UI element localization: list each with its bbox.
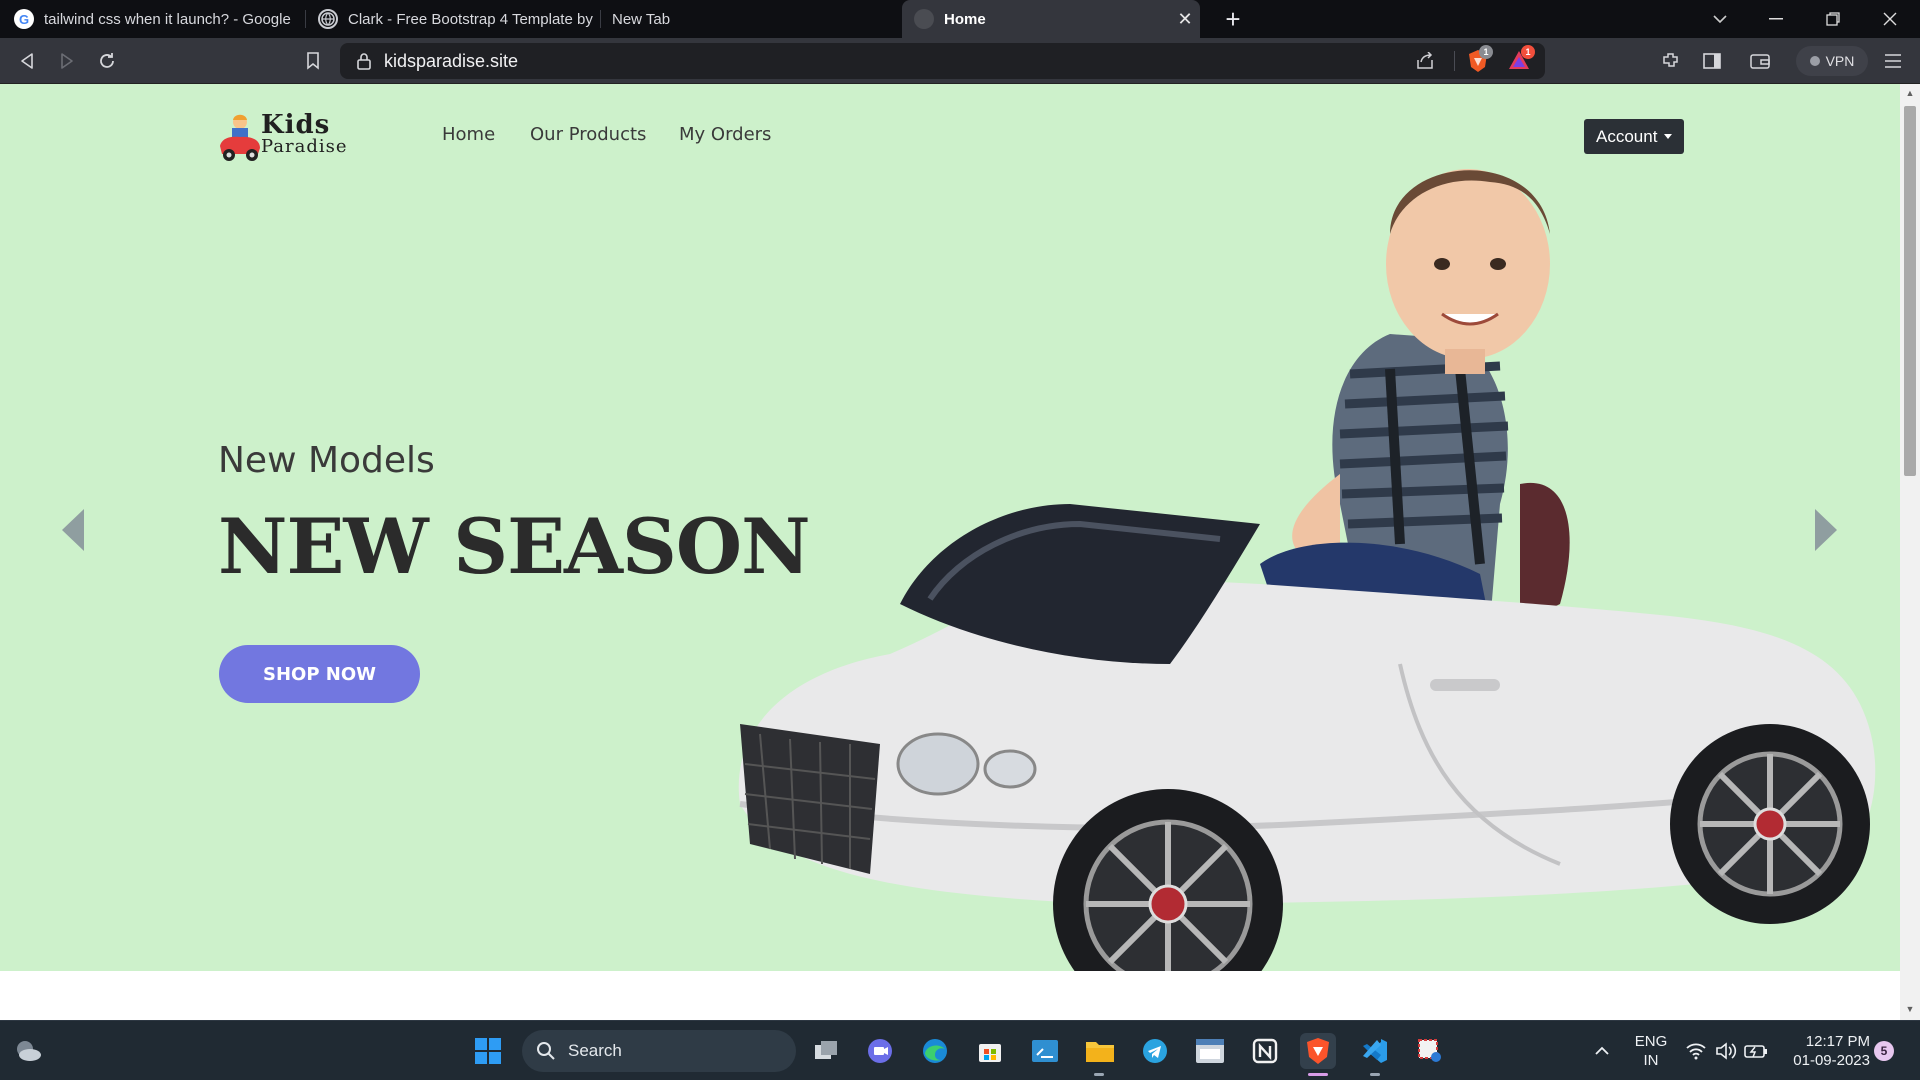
clock-time: 12:17 PM [1805, 1033, 1870, 1050]
hero-section: Kids Paradise Home Our Products My Order… [0, 84, 1900, 971]
input-language[interactable]: ENG IN [1626, 1032, 1676, 1070]
search-label: Search [568, 1041, 622, 1060]
globe-icon [318, 9, 338, 29]
browser-toolbar: kidsparadise.site 1 1 VPN [0, 38, 1920, 84]
sidebar-icon[interactable] [1697, 46, 1727, 76]
vpn-label: VPN [1825, 53, 1855, 69]
caret-down-icon [1664, 134, 1673, 139]
address-bar[interactable]: kidsparadise.site 1 1 [340, 43, 1545, 79]
running-indicator [1094, 1073, 1104, 1076]
hero-subtitle: New Models [218, 440, 435, 481]
logo-text-line2: Paradise [261, 136, 348, 157]
brave-browser-taskbar-icon[interactable] [1300, 1033, 1336, 1069]
carousel-next-icon[interactable] [1815, 509, 1837, 551]
weather-icon[interactable] [10, 1033, 46, 1069]
tab-strip: G tailwind css when it launch? - Google … [0, 0, 1920, 38]
tab-title: Home [944, 10, 986, 28]
page-viewport: Kids Paradise Home Our Products My Order… [0, 84, 1900, 1020]
windows-taskbar: Search ENG IN 12:17 PM 01-09-2023 [0, 1020, 1920, 1080]
region-label: IN [1643, 1052, 1659, 1069]
tab-title: tailwind css when it launch? - Google S [44, 10, 292, 28]
search-icon [537, 1042, 555, 1060]
hero-title: NEW SEASON [218, 502, 811, 591]
url-text: kidsparadise.site [384, 51, 519, 71]
google-icon: G [14, 9, 34, 29]
menu-icon[interactable] [1878, 46, 1908, 76]
nav-our-products[interactable]: Our Products [530, 124, 646, 145]
file-explorer-icon[interactable] [1082, 1033, 1118, 1069]
tab-google-search[interactable]: G tailwind css when it launch? - Google … [2, 0, 304, 38]
clock-date: 01-09-2023 [1793, 1052, 1870, 1069]
running-indicator [1370, 1073, 1380, 1076]
tab-new-tab[interactable]: New Tab [600, 0, 900, 38]
close-tab-icon[interactable]: ✕ [1174, 8, 1196, 30]
rewards-badge: 1 [1521, 45, 1535, 59]
tab-search-chevron-icon[interactable] [1692, 0, 1748, 38]
scroll-up-icon[interactable]: ▲ [1904, 88, 1916, 98]
language-label: ENG [1634, 1033, 1668, 1050]
forward-icon[interactable] [52, 46, 82, 76]
share-icon[interactable] [1413, 49, 1437, 73]
new-tab-icon[interactable]: + [1218, 4, 1248, 34]
battery-icon[interactable] [1738, 1033, 1774, 1069]
edge-browser-icon[interactable] [917, 1033, 953, 1069]
page-scrollbar[interactable]: ▲ ▼ [1900, 84, 1920, 1020]
extensions-icon[interactable] [1656, 46, 1686, 76]
close-window-icon[interactable] [1862, 0, 1918, 38]
taskbar-search[interactable]: Search [522, 1030, 796, 1072]
tab-home[interactable]: Home [902, 0, 1200, 38]
restore-icon[interactable] [1805, 0, 1861, 38]
account-label: Account [1596, 126, 1658, 146]
vscode-icon[interactable] [1357, 1033, 1393, 1069]
back-icon[interactable] [12, 46, 42, 76]
microsoft-store-icon[interactable] [972, 1033, 1008, 1069]
tab-title: New Tab [612, 10, 671, 28]
tab-clark-template[interactable]: Clark - Free Bootstrap 4 Template by C [306, 0, 606, 38]
site-logo[interactable]: Kids Paradise [218, 110, 358, 162]
reload-icon[interactable] [92, 46, 122, 76]
clock[interactable]: 12:17 PM 01-09-2023 [1780, 1032, 1870, 1070]
windows-start-icon[interactable] [470, 1033, 506, 1069]
notion-icon[interactable] [1247, 1033, 1283, 1069]
nav-my-orders[interactable]: My Orders [679, 124, 771, 145]
lock-icon [354, 51, 374, 71]
tab-title: Clark - Free Bootstrap 4 Template by C [348, 10, 594, 28]
brave-shield-icon[interactable]: 1 [1467, 45, 1493, 73]
nav-home[interactable]: Home [442, 124, 495, 145]
shop-now-button[interactable]: SHOP NOW [219, 645, 420, 703]
brave-icon [914, 9, 934, 29]
account-dropdown-button[interactable]: Account [1584, 119, 1685, 154]
rewards-icon[interactable]: 1 [1507, 45, 1535, 73]
carousel-prev-icon[interactable] [62, 509, 84, 551]
hero-image-boy-in-toy-car [738, 169, 1876, 971]
teams-chat-icon[interactable] [862, 1033, 898, 1069]
task-view-icon[interactable] [808, 1033, 844, 1069]
scroll-down-icon[interactable]: ▼ [1904, 1004, 1916, 1014]
bookmark-icon[interactable] [298, 46, 328, 76]
shield-badge: 1 [1479, 45, 1493, 59]
snipping-tool-icon[interactable] [1412, 1033, 1448, 1069]
wallet-icon[interactable] [1745, 46, 1775, 76]
minimize-icon[interactable] [1748, 0, 1804, 38]
tray-chevron-up-icon[interactable] [1584, 1033, 1620, 1069]
app-window-icon[interactable] [1192, 1033, 1228, 1069]
scrollbar-thumb[interactable] [1904, 106, 1916, 476]
url-divider [1454, 51, 1455, 71]
logo-car-icon [220, 114, 260, 161]
active-app-indicator [1308, 1073, 1328, 1076]
vpn-status-icon [1809, 56, 1820, 66]
vpn-button[interactable]: VPN [1796, 46, 1868, 76]
notification-badge[interactable]: 5 [1874, 1041, 1894, 1061]
telegram-icon[interactable] [1137, 1033, 1173, 1069]
terminal-app-icon[interactable] [1027, 1033, 1063, 1069]
